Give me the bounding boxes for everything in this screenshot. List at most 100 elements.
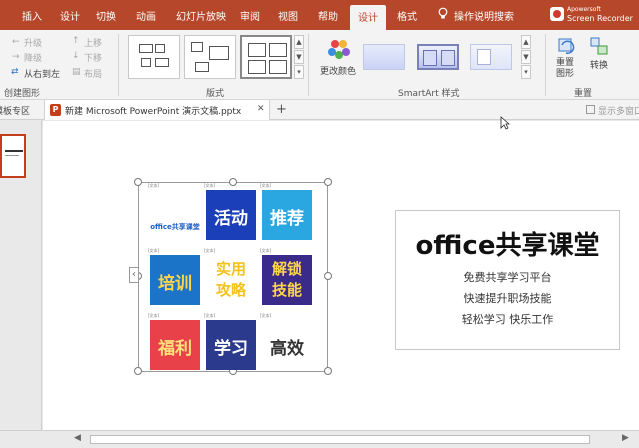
tab-insert[interactable]: 插入	[22, 8, 42, 23]
placeholder-tag: [文本]	[260, 248, 272, 253]
promote-button[interactable]: 升级	[24, 36, 42, 49]
add-tab-icon[interactable]: +	[276, 102, 287, 117]
recorder-logo-icon	[550, 7, 564, 21]
scroll-left-icon[interactable]: ◀	[74, 433, 81, 443]
group-label-smartart-styles: SmartArt 样式	[398, 89, 460, 99]
picture-cell-text: 实用攻略	[215, 260, 246, 299]
lightbulb-icon	[438, 7, 448, 19]
picture-cell[interactable]: 学习	[206, 320, 256, 370]
convert-icon	[588, 35, 610, 57]
scroll-right-icon[interactable]: ▶	[622, 433, 629, 443]
smartart-style-2[interactable]	[417, 44, 459, 70]
tab-design[interactable]: 设计	[60, 8, 80, 23]
layout-button[interactable]: 布局	[84, 67, 102, 80]
color-palette-icon	[326, 36, 352, 62]
picture-cell-text: 解锁技能	[271, 260, 302, 299]
picture-cell[interactable]: 解锁技能	[262, 255, 312, 305]
close-tab-icon[interactable]: ✕	[257, 104, 265, 114]
picture-cell-text: 高效	[270, 339, 304, 359]
powerpoint-file-icon: P	[50, 104, 61, 116]
resize-handle[interactable]	[324, 178, 332, 186]
slide-line-3: 轻松学习 快乐工作	[461, 313, 554, 326]
convert-button[interactable]: 转换	[590, 58, 608, 71]
styles-scroll-up[interactable]: ▲	[521, 35, 531, 49]
mouse-cursor-icon	[500, 116, 511, 130]
tab-transitions[interactable]: 切换	[96, 8, 116, 23]
smartart-style-3[interactable]	[470, 44, 512, 70]
smartart-style-1[interactable]	[363, 44, 405, 70]
resize-handle[interactable]	[229, 178, 237, 186]
text-pane-expand-button[interactable]: ‹	[129, 267, 139, 283]
picture-cell[interactable]: office共享课堂	[150, 190, 200, 240]
layout-option-3[interactable]	[240, 35, 292, 79]
layout-option-1[interactable]	[128, 35, 180, 79]
tab-review[interactable]: 审阅	[240, 8, 260, 23]
picture-cell-text: 学习	[214, 339, 248, 359]
picture-cell-text: 活动	[214, 209, 248, 229]
move-up-button[interactable]: 上移	[84, 36, 102, 49]
show-multi-window-button[interactable]: 显示多窗口	[598, 104, 639, 117]
picture-cell[interactable]: 培训	[150, 255, 200, 305]
document-tab-title: 新建 Microsoft PowerPoint 演示文稿.pptx	[65, 107, 242, 117]
group-label-reset: 重置	[574, 89, 593, 99]
ribbon-separator	[308, 34, 309, 96]
picture-cell-text: office共享课堂	[150, 223, 200, 231]
placeholder-tag: [文本]	[204, 313, 216, 318]
demote-button[interactable]: 降级	[24, 51, 42, 64]
placeholder-tag: [文本]	[204, 248, 216, 253]
promote-icon: ←	[12, 37, 20, 47]
resize-handle[interactable]	[134, 178, 142, 186]
layout-small-icon: ▤	[72, 67, 81, 77]
ribbon-separator	[545, 34, 546, 96]
picture-cell[interactable]: 高效	[262, 320, 312, 370]
change-colors-button[interactable]: 更改颜色	[320, 64, 356, 77]
resize-handle[interactable]	[324, 272, 332, 280]
title-bar: 插入 设计 切换 动画 幻灯片放映 审阅 视图 帮助 设计 格式 操作说明搜索 …	[0, 0, 639, 30]
layouts-scroll-up[interactable]: ▲	[294, 35, 304, 49]
ribbon: ← 升级 ↑ 上移 → 降级 ↓ 下移 ⇄ 从右到左 ▤ 布局 创建图形 ▲ ▼…	[0, 30, 639, 100]
placeholder-tag: [文本]	[260, 183, 272, 188]
right-to-left-button[interactable]: 从右到左	[24, 67, 60, 80]
slide-line-2: 快速提升职场技能	[463, 292, 552, 305]
styles-more[interactable]: ▾	[521, 65, 531, 79]
picture-cell-text: 推荐	[270, 209, 304, 229]
slide-title: office共享课堂	[415, 231, 600, 261]
placeholder-tag: [文本]	[148, 248, 160, 253]
document-tab[interactable]: P 新建 Microsoft PowerPoint 演示文稿.pptx ✕	[44, 100, 270, 120]
reset-graphic-button[interactable]: 重置图形	[556, 58, 578, 80]
resize-handle[interactable]	[134, 367, 142, 375]
slide-line-1: 免费共享学习平台	[463, 271, 552, 284]
multi-window-icon	[586, 105, 595, 114]
picture-cell[interactable]: 推荐	[262, 190, 312, 240]
placeholder-tag: [文本]	[260, 313, 272, 318]
layouts-scroll-down[interactable]: ▼	[294, 50, 304, 64]
move-down-icon: ↓	[72, 51, 80, 61]
tab-format[interactable]: 格式	[397, 8, 417, 23]
layouts-more[interactable]: ▾	[294, 65, 304, 79]
slide-thumbnail-1[interactable]	[0, 134, 26, 178]
picture-cell[interactable]: 实用攻略	[206, 255, 256, 305]
picture-cell[interactable]: 福利	[150, 320, 200, 370]
slide-text-box[interactable]: office共享课堂 免费共享学习平台 快速提升职场技能 轻松学习 快乐工作	[395, 210, 620, 350]
tab-smartart-design[interactable]: 设计	[350, 5, 386, 30]
picture-cell[interactable]: 活动	[206, 190, 256, 240]
tab-view[interactable]: 视图	[278, 8, 298, 23]
styles-scroll-down[interactable]: ▼	[521, 50, 531, 64]
group-label-layouts: 版式	[206, 89, 225, 99]
reset-graphic-icon	[556, 35, 578, 57]
recorder-name-line2: Screen Recorder	[567, 14, 633, 23]
tab-animations[interactable]: 动画	[136, 8, 156, 23]
tab-slideshow[interactable]: 幻灯片放映	[176, 8, 226, 23]
tab-help[interactable]: 帮助	[318, 8, 338, 23]
scrollbar-thumb[interactable]	[90, 435, 590, 444]
demote-icon: →	[12, 52, 20, 62]
picture-cell-text: 培训	[158, 274, 192, 294]
tell-me-search[interactable]: 操作说明搜索	[454, 8, 514, 23]
template-zone-label[interactable]: 模板专区	[0, 104, 30, 117]
resize-handle[interactable]	[324, 367, 332, 375]
right-to-left-icon: ⇄	[11, 67, 19, 77]
layout-option-2[interactable]	[184, 35, 236, 79]
horizontal-scrollbar[interactable]: ◀ ▶	[0, 430, 639, 448]
placeholder-tag: [文本]	[148, 183, 160, 188]
move-down-button[interactable]: 下移	[84, 51, 102, 64]
